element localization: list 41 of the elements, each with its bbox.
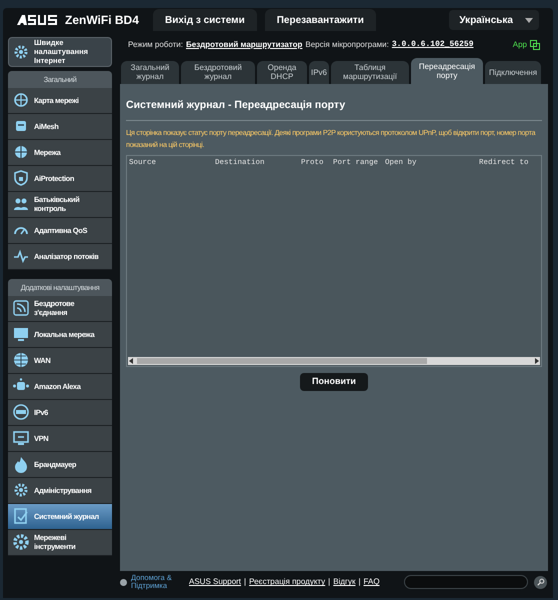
pulse-icon <box>12 247 30 266</box>
header-button[interactable]: Вихід з системи <box>153 9 257 32</box>
refresh-button[interactable]: Поновити <box>300 372 368 391</box>
tab[interactable]: Таблиця маршрутизації <box>331 60 409 84</box>
separator-text: | <box>358 576 361 588</box>
monitor-icon <box>12 325 30 344</box>
help-icon <box>120 578 127 586</box>
footer-link[interactable]: ASUS Support <box>189 576 242 588</box>
tab[interactable]: Загальний журнал <box>121 60 179 84</box>
wifi-icon <box>12 299 30 318</box>
footer-link[interactable]: Відгук <box>333 576 356 588</box>
gear-icon <box>12 481 30 500</box>
separator-text: | <box>244 576 246 588</box>
tab[interactable]: IPv6 <box>309 60 329 84</box>
status-label: Режим роботи: <box>128 38 183 51</box>
shield-icon <box>12 169 30 188</box>
language-dropdown[interactable]: Українська <box>449 10 539 30</box>
gear-icon <box>12 533 30 552</box>
status-label: Версія мікропрограми: <box>305 38 389 51</box>
app-icon[interactable] <box>530 40 540 50</box>
brand-logo <box>17 15 57 26</box>
tab[interactable]: Переадресація порту <box>411 58 483 84</box>
search-button[interactable] <box>534 576 547 589</box>
document-icon <box>12 507 30 526</box>
monitor-icon <box>12 429 30 448</box>
separator-text: | <box>328 576 330 588</box>
product-name: ZenWiFi BD4 <box>65 12 140 30</box>
search-field[interactable] <box>404 575 528 590</box>
mode-link[interactable]: Бездротовий маршрутизатор <box>186 38 302 51</box>
caret-icon <box>525 18 533 23</box>
footer-link[interactable]: FAQ <box>364 576 380 588</box>
panel-title: Системний журнал - Переадресація порту <box>126 98 346 113</box>
horizontal-scrollbar[interactable] <box>128 356 540 365</box>
tab[interactable]: Оренда DHCP <box>257 60 307 84</box>
tab[interactable]: Підключення <box>485 60 541 84</box>
header-button[interactable]: Перезавантажити <box>264 9 376 32</box>
firmware-link[interactable]: 3.0.0.6.102_56259 <box>392 38 474 51</box>
flame-icon <box>12 455 30 474</box>
tab[interactable]: Бездротовий журнал <box>181 60 255 84</box>
footer-link[interactable]: Реєстрація продукту <box>249 576 326 588</box>
app-label: App <box>512 38 527 51</box>
